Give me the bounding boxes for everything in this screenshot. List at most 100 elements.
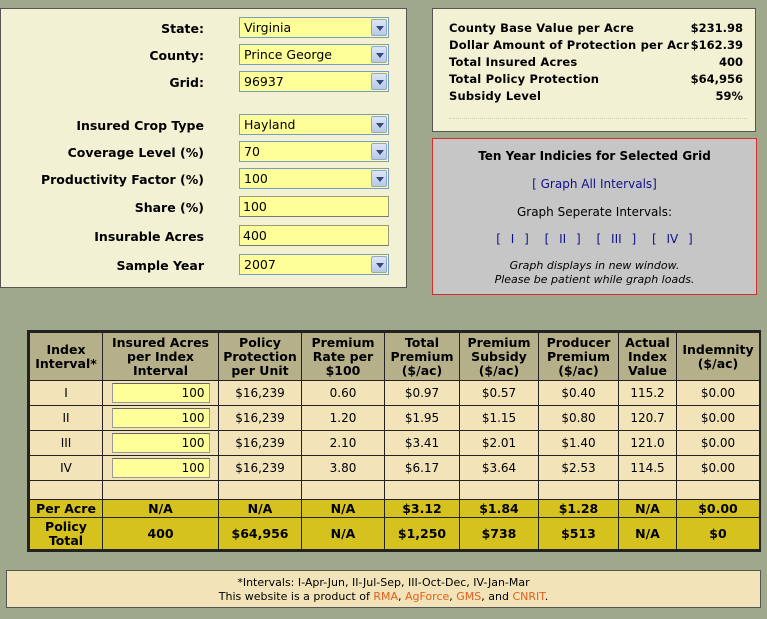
- per-acre-row: Per Acre N/A N/A N/A $3.12 $1.84 $1.28 N…: [29, 499, 760, 518]
- interval-cell: I: [29, 380, 103, 406]
- rate-cell: 1.20: [301, 405, 385, 431]
- protection-cell: $16,239: [218, 430, 302, 456]
- results-table: Index Interval* Insured Acres per Index …: [27, 330, 761, 552]
- productivity-label: Productivity Factor (%): [40, 172, 204, 187]
- index-value-cell: 115.2: [618, 380, 677, 406]
- state-label: State:: [161, 21, 204, 36]
- subsidy-cell: $2.01: [459, 430, 539, 456]
- total-premium-cell: $3.12: [384, 499, 460, 518]
- table-spacer-row: [29, 480, 760, 500]
- crop-value: Hayland: [244, 117, 296, 132]
- chevron-down-icon[interactable]: [371, 256, 387, 273]
- graph-interval-ii-link[interactable]: [ II ]: [545, 232, 581, 246]
- header-total-premium: Total Premium ($/ac): [384, 332, 460, 381]
- graph-interval-iv-link[interactable]: [ IV ]: [652, 232, 693, 246]
- chevron-down-icon[interactable]: [371, 116, 387, 133]
- interval-acres-input[interactable]: 100: [111, 433, 210, 453]
- county-row: County: Prince George: [1, 44, 408, 66]
- footer: *Intervals: I-Apr-Jun, II-Jul-Sep, III-O…: [6, 570, 761, 608]
- index-value-cell: N/A: [618, 517, 677, 550]
- separator: ,: [397, 590, 402, 603]
- chevron-down-icon[interactable]: [371, 73, 387, 90]
- intervals-note: *Intervals: I-Apr-Jun, II-Jul-Sep, III-O…: [237, 576, 530, 589]
- coverage-row: Coverage Level (%) 70: [1, 141, 408, 163]
- subsidy-cell: $1.84: [459, 499, 539, 518]
- graph-interval-i-link[interactable]: [ I ]: [496, 232, 529, 246]
- acres-input[interactable]: 400: [239, 225, 389, 246]
- state-select[interactable]: Virginia: [239, 17, 389, 38]
- acres-cell: N/A: [102, 499, 219, 518]
- producer-premium-cell: $1.28: [538, 499, 619, 518]
- productivity-select[interactable]: 100: [239, 168, 389, 189]
- interval-cell: IV: [29, 455, 103, 481]
- agforce-link[interactable]: AgForce: [405, 590, 449, 603]
- crop-label: Insured Crop Type: [76, 118, 204, 133]
- header-premium-rate: Premium Rate per $100: [301, 332, 385, 381]
- summary-row: Dollar Amount of Protection per Acre $162…: [449, 38, 747, 54]
- chevron-down-icon[interactable]: [371, 143, 387, 160]
- table-row: I 100 $16,239 0.60 $0.97 $0.57 $0.40 115…: [29, 380, 760, 406]
- summary-label: Dollar Amount of Protection per Acre: [449, 38, 698, 52]
- share-row: Share (%) 100: [1, 196, 408, 218]
- index-value-cell: 114.5: [618, 455, 677, 481]
- graph-interval-iii-link[interactable]: [ III ]: [597, 232, 637, 246]
- header-index-interval: Index Interval*: [29, 332, 103, 381]
- coverage-select[interactable]: 70: [239, 141, 389, 162]
- summary-label: Total Insured Acres: [449, 55, 578, 69]
- chevron-down-icon[interactable]: [371, 170, 387, 187]
- year-select[interactable]: 2007: [239, 254, 389, 275]
- header-premium-subsidy: Premium Subsidy ($/ac): [459, 332, 539, 381]
- chevron-down-icon[interactable]: [371, 46, 387, 63]
- header-insured-acres: Insured Acres per Index Interval: [102, 332, 219, 381]
- producer-premium-cell: $1.40: [538, 430, 619, 456]
- coverage-value: 70: [244, 144, 260, 159]
- state-value: Virginia: [244, 20, 292, 35]
- grid-row: Grid: 96937: [1, 71, 408, 93]
- indemnity-cell: $0.00: [676, 430, 760, 456]
- subsidy-cell: $0.57: [459, 380, 539, 406]
- grid-select[interactable]: 96937: [239, 71, 389, 92]
- gms-link[interactable]: GMS: [456, 590, 481, 603]
- acres-label: Insurable Acres: [94, 229, 204, 244]
- header-indemnity: Indemnity ($/ac): [676, 332, 760, 381]
- rate-cell: 3.80: [301, 455, 385, 481]
- total-premium-cell: $1.95: [384, 405, 460, 431]
- county-select[interactable]: Prince George: [239, 44, 389, 65]
- graph-note: Please be patient while graph loads.: [494, 273, 695, 286]
- header-policy-protection: Policy Protection per Unit: [218, 332, 302, 381]
- county-label: County:: [149, 48, 204, 63]
- rma-link[interactable]: RMA: [373, 590, 398, 603]
- policy-total-label: Policy Total: [29, 517, 103, 550]
- protection-cell: $16,239: [218, 405, 302, 431]
- share-input[interactable]: 100: [239, 196, 389, 217]
- rate-cell: 0.60: [301, 380, 385, 406]
- summary-row: Total Policy Protection $64,956: [449, 72, 747, 88]
- subsidy-cell: $1.15: [459, 405, 539, 431]
- interval-acres-input[interactable]: 100: [111, 408, 210, 428]
- cnrit-link[interactable]: CNRIT: [512, 590, 544, 603]
- interval-acres-input[interactable]: 100: [111, 458, 210, 478]
- indemnity-cell: $0.00: [676, 455, 760, 481]
- index-value-cell: N/A: [618, 499, 677, 518]
- crop-select[interactable]: Hayland: [239, 114, 389, 135]
- graph-interval-links: [ I ] [ II ] [ III ] [ IV ]: [433, 232, 756, 246]
- grid-value: 96937: [244, 74, 284, 89]
- indemnity-cell: $0.00: [676, 405, 760, 431]
- index-value-cell: 121.0: [618, 430, 677, 456]
- interval-cell: III: [29, 430, 103, 456]
- summary-label: Total Policy Protection: [449, 72, 600, 86]
- total-premium-cell: $3.41: [384, 430, 460, 456]
- index-value-cell: 120.7: [618, 405, 677, 431]
- graph-all-intervals-link[interactable]: [ Graph All Intervals]: [433, 177, 756, 191]
- graph-note: Graph displays in new window.: [509, 259, 680, 272]
- producer-premium-cell: $0.80: [538, 405, 619, 431]
- rate-cell: N/A: [301, 499, 385, 518]
- grid-label: Grid:: [169, 75, 204, 90]
- interval-acres-input[interactable]: 100: [111, 383, 210, 403]
- indemnity-cell: $0.00: [676, 499, 760, 518]
- policy-total-row: Policy Total 400 $64,956 N/A $1,250 $738…: [29, 517, 760, 550]
- acres-cell: 100: [102, 455, 219, 481]
- graph-panel: Ten Year Indicies for Selected Grid [ Gr…: [432, 138, 757, 295]
- chevron-down-icon[interactable]: [371, 19, 387, 36]
- producer-premium-cell: $2.53: [538, 455, 619, 481]
